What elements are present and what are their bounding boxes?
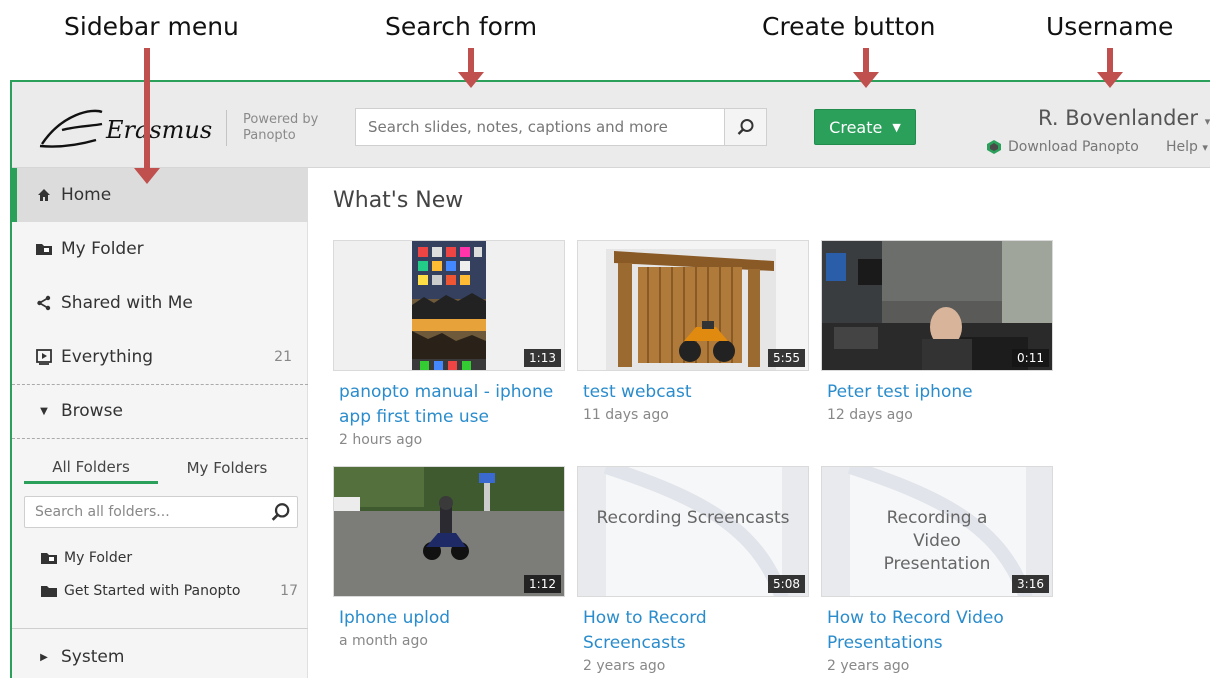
- panopto-app: Erasmus Powered by Panopto Create ▼: [10, 80, 1210, 678]
- folder-search-input[interactable]: [25, 497, 261, 527]
- username-caret-icon: ▾: [1204, 115, 1210, 128]
- video-duration: 1:12: [524, 575, 561, 593]
- folder-tabs: All Folders My Folders: [24, 452, 296, 484]
- sidebar-divider: [12, 438, 308, 439]
- callout-username: Username: [1046, 12, 1174, 41]
- video-thumbnail[interactable]: 1:12: [333, 466, 565, 597]
- video-card[interactable]: Recording a Video Presentation 3:16 How …: [821, 466, 1053, 676]
- video-title-link[interactable]: How to Record Video Presentations: [827, 606, 1053, 656]
- create-button-label: Create: [829, 117, 883, 137]
- video-title-link[interactable]: How to Record Screencasts: [583, 606, 809, 656]
- logo-separator: [226, 110, 227, 146]
- download-panopto-link[interactable]: Download Panopto: [986, 139, 1139, 155]
- video-age: 12 days ago: [827, 407, 913, 423]
- search-icon[interactable]: [271, 502, 291, 522]
- annotated-screenshot: Sidebar menu Search form Create button U…: [0, 0, 1210, 678]
- username-menu[interactable]: R. Bovenlander ▾: [1038, 106, 1210, 130]
- sidebar-divider: [12, 628, 308, 629]
- video-age: 11 days ago: [583, 407, 669, 423]
- tab-my-folders[interactable]: My Folders: [158, 452, 296, 484]
- video-age: 2 hours ago: [339, 432, 423, 448]
- video-card[interactable]: 5:55 test webcast 11 days ago: [577, 240, 809, 425]
- powered-by: Powered by Panopto: [243, 112, 318, 144]
- sidebar-system-toggle[interactable]: ▶ System: [12, 634, 308, 678]
- username: R. Bovenlander: [1038, 106, 1199, 130]
- search-form: [355, 108, 767, 146]
- video-age: a month ago: [339, 633, 428, 649]
- folder-label: Get Started with Panopto: [64, 583, 241, 599]
- sidebar-item-label: My Folder: [61, 239, 144, 259]
- video-title-link[interactable]: Iphone uplod: [339, 606, 565, 631]
- sidebar-item-label: Everything: [61, 347, 154, 367]
- erasmus-logo[interactable]: Erasmus: [32, 104, 212, 152]
- folder-label: My Folder: [64, 550, 133, 566]
- folder-icon: [34, 239, 54, 259]
- browse-label: Browse: [61, 401, 123, 421]
- sidebar-item-shared-with-me[interactable]: Shared with Me: [12, 276, 308, 330]
- slide-title: Recording a Video Presentation: [883, 508, 991, 574]
- sidebar-item-label: Shared with Me: [61, 293, 193, 313]
- sidebar-browse-toggle[interactable]: ▼ Browse: [12, 385, 308, 437]
- panopto-icon: [987, 140, 1001, 154]
- video-thumbnail[interactable]: 1:13: [333, 240, 565, 371]
- folder-item-my-folder[interactable]: My Folder: [40, 546, 302, 570]
- share-icon: [34, 293, 54, 313]
- caret-down-icon: ▼: [892, 120, 901, 134]
- system-label: System: [61, 647, 125, 667]
- folder-count: 17: [280, 583, 298, 599]
- video-icon: [34, 347, 54, 367]
- caret-right-icon: ▶: [40, 651, 48, 663]
- folder-icon: [41, 553, 57, 564]
- video-thumbnail[interactable]: 0:11: [821, 240, 1053, 371]
- home-icon: [34, 185, 54, 205]
- callout-search-form: Search form: [385, 12, 538, 41]
- video-title-link[interactable]: test webcast: [583, 380, 809, 405]
- main-content: What's New 1:13 panopto manual - iphone …: [309, 168, 1210, 678]
- video-thumbnail[interactable]: Recording a Video Presentation 3:16: [821, 466, 1053, 597]
- video-duration: 5:55: [768, 349, 805, 367]
- callout-sidebar-menu: Sidebar menu: [64, 12, 239, 41]
- help-caret-icon: ▾: [1202, 141, 1208, 154]
- video-duration: 5:08: [768, 575, 805, 593]
- everything-count: 21: [274, 349, 292, 365]
- video-thumbnail[interactable]: 5:55: [577, 240, 809, 371]
- slide-title: Recording Screencasts: [596, 508, 790, 528]
- sidebar-menu: Home My Folder Shared with Me Everything: [12, 168, 308, 678]
- video-duration: 1:13: [524, 349, 561, 367]
- video-title-link[interactable]: Peter test iphone: [827, 380, 1053, 405]
- video-duration: 0:11: [1012, 349, 1049, 367]
- video-card[interactable]: 0:11 Peter test iphone 12 days ago: [821, 240, 1053, 425]
- sidebar-item-my-folder[interactable]: My Folder: [12, 222, 308, 276]
- video-card[interactable]: Recording Screencasts 5:08 How to Record…: [577, 466, 809, 676]
- page-title: What's New: [333, 188, 464, 213]
- folder-item-get-started[interactable]: Get Started with Panopto 17: [40, 579, 302, 603]
- search-input[interactable]: [356, 109, 726, 145]
- header: Erasmus Powered by Panopto Create ▼: [12, 82, 1210, 168]
- download-panopto-label: Download Panopto: [1008, 139, 1139, 155]
- logo-text: Erasmus: [105, 116, 212, 144]
- sidebar-item-home[interactable]: Home: [12, 168, 308, 222]
- video-card[interactable]: 1:12 Iphone uplod a month ago: [333, 466, 565, 651]
- video-duration: 3:16: [1012, 575, 1049, 593]
- callout-create-button: Create button: [762, 12, 936, 41]
- help-label: Help: [1166, 139, 1198, 155]
- help-menu[interactable]: Help ▾: [1166, 139, 1208, 155]
- search-button[interactable]: [724, 109, 766, 145]
- tab-all-folders[interactable]: All Folders: [24, 452, 158, 484]
- video-thumbnail[interactable]: Recording Screencasts 5:08: [577, 466, 809, 597]
- search-icon: [737, 119, 753, 135]
- video-title-link[interactable]: panopto manual - iphone app first time u…: [339, 380, 565, 430]
- video-age: 2 years ago: [583, 658, 666, 674]
- video-card[interactable]: 1:13 panopto manual - iphone app first t…: [333, 240, 565, 450]
- create-button[interactable]: Create ▼: [814, 109, 916, 145]
- caret-down-icon: ▼: [40, 405, 48, 417]
- sidebar-item-label: Home: [61, 185, 112, 205]
- powered-by-label: Powered by: [243, 112, 319, 127]
- folder-icon: [41, 586, 57, 597]
- folder-search: [24, 496, 298, 528]
- video-age: 2 years ago: [827, 658, 910, 674]
- powered-by-brand: Panopto: [243, 128, 296, 143]
- sidebar-item-everything[interactable]: Everything 21: [12, 330, 308, 384]
